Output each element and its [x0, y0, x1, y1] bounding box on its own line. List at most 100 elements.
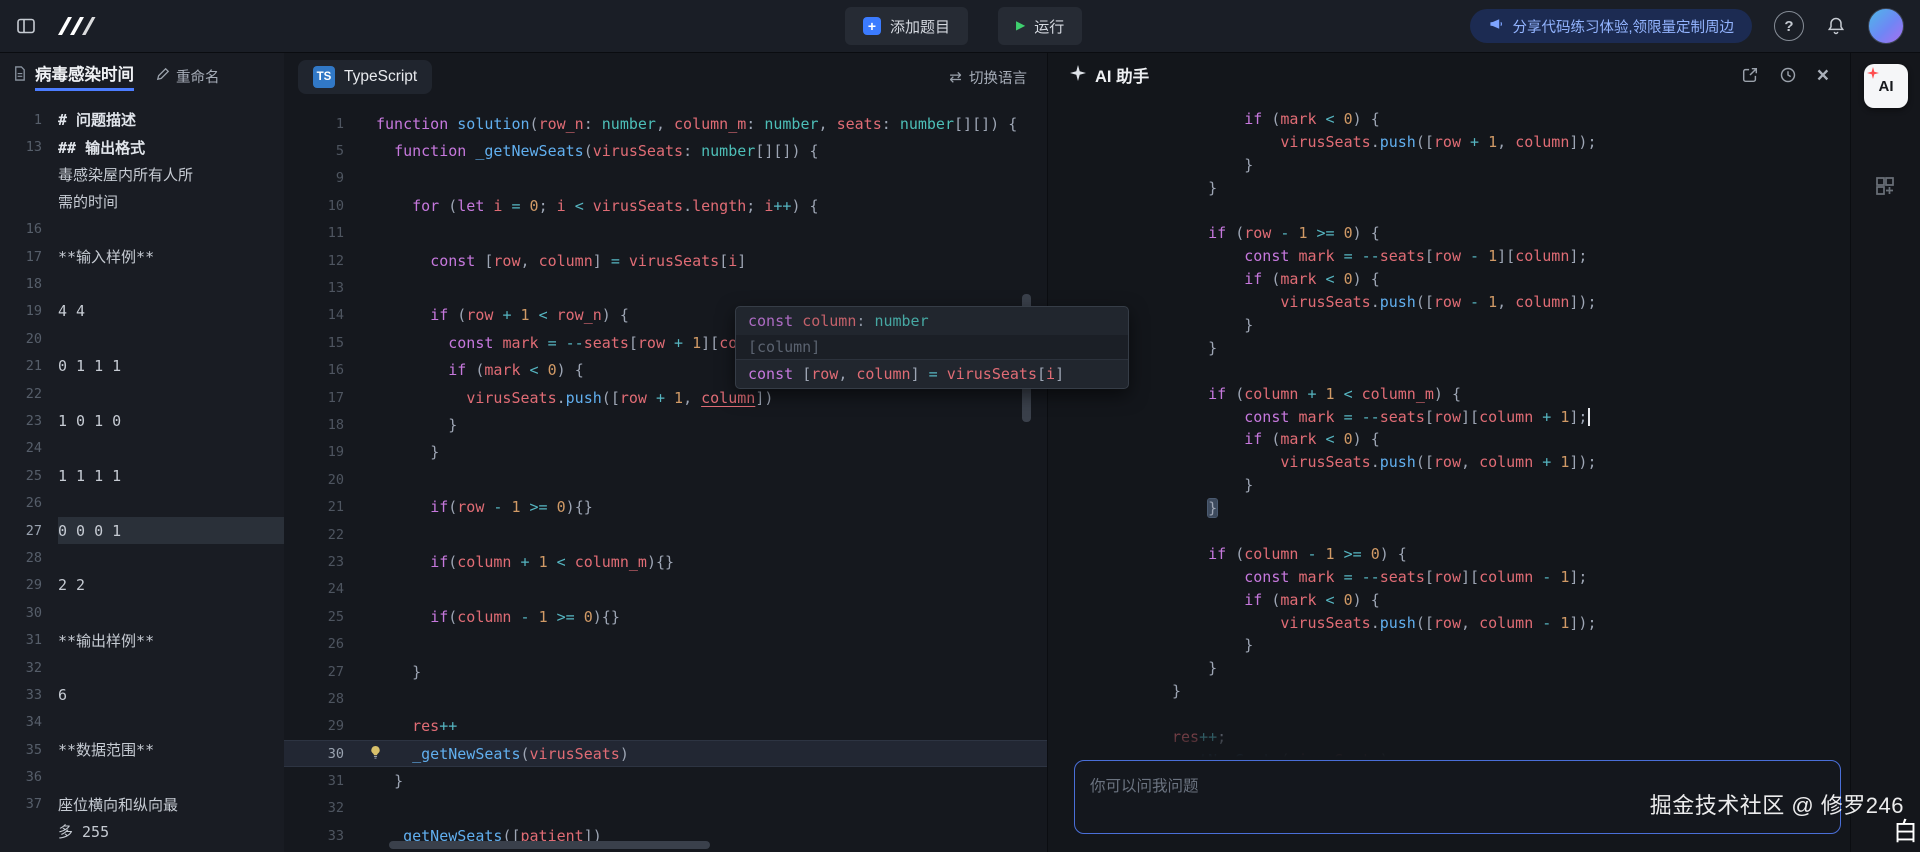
md-line[interactable]: 194 4 — [0, 298, 284, 325]
code-line[interactable]: 9 — [284, 165, 1047, 192]
md-line[interactable]: 35**数据范围** — [0, 736, 284, 763]
md-line[interactable]: 多 255 — [0, 818, 284, 845]
tooltip-preview: const [row, column] = virusSeats[i] — [736, 359, 1128, 388]
code-line[interactable]: 22 — [284, 521, 1047, 548]
code-line[interactable]: 5 function _getNewSeats(virusSeats: numb… — [284, 137, 1047, 164]
run-button[interactable]: ▶ 运行 — [998, 7, 1082, 45]
promo-banner[interactable]: 分享代码练习体验,领限量定制周边 — [1470, 9, 1752, 43]
code-line[interactable]: 25 if(column - 1 >= 0){} — [284, 603, 1047, 630]
code-line[interactable]: 23 if(column + 1 < column_m){} — [284, 548, 1047, 575]
line-number: 32 — [0, 660, 58, 676]
code-line[interactable]: 19 } — [284, 439, 1047, 466]
app-logo[interactable] — [52, 13, 96, 39]
ai-code-line: if (mark < 0) { — [1172, 591, 1841, 614]
close-icon[interactable]: × — [1817, 65, 1829, 86]
code-line[interactable]: 13 — [284, 274, 1047, 301]
code-line[interactable]: 30 _getNewSeats(virusSeats) — [284, 740, 1047, 767]
line-number: 33 — [0, 687, 58, 703]
md-line[interactable]: 270 0 0 1 — [0, 517, 284, 544]
code-line[interactable]: 10 for (let i = 0; i < virusSeats.length… — [284, 192, 1047, 219]
help-icon[interactable]: ? — [1774, 11, 1804, 41]
code-editor[interactable]: 1function solution(row_n: number, column… — [284, 102, 1047, 852]
md-line[interactable]: 251 1 1 1 — [0, 462, 284, 489]
md-line[interactable]: 13## 输出格式 — [0, 133, 284, 160]
ai-assistant-badge[interactable]: AI — [1864, 64, 1908, 108]
share-icon[interactable] — [1741, 66, 1759, 84]
code-line[interactable]: 27 } — [284, 658, 1047, 685]
tab-typescript[interactable]: TS TypeScript — [298, 60, 432, 94]
run-play-icon: ▶ — [1016, 18, 1025, 32]
hover-tooltip: const column: number [column] const [row… — [735, 306, 1129, 389]
code-line[interactable]: 28 — [284, 685, 1047, 712]
line-number: 1 — [284, 116, 362, 132]
line-number: 21 — [0, 358, 58, 374]
horizontal-scrollbar-thumb[interactable] — [389, 841, 710, 849]
md-line[interactable]: 34 — [0, 709, 284, 736]
apps-icon[interactable] — [1873, 174, 1897, 203]
user-avatar[interactable] — [1868, 8, 1904, 44]
md-line-text: 6 — [58, 681, 284, 708]
notifications-bell-icon[interactable] — [1826, 16, 1846, 36]
code-line[interactable]: 26 — [284, 630, 1047, 657]
add-question-button[interactable]: + 添加题目 — [845, 7, 968, 45]
quickfix-lightbulb-icon[interactable] — [368, 745, 383, 764]
md-line[interactable]: 毒感染屋内所有人所 — [0, 161, 284, 188]
md-line[interactable]: 16 — [0, 216, 284, 243]
md-line[interactable]: 22 — [0, 380, 284, 407]
markdown-editor[interactable]: 1# 问题描述13## 输出格式毒感染屋内所有人所需的时间1617**输入样例*… — [0, 100, 284, 852]
code-line-text: function solution(row_n: number, column_… — [362, 115, 1047, 133]
code-line[interactable]: 1function solution(row_n: number, column… — [284, 110, 1047, 137]
code-line-text: } — [362, 443, 1047, 461]
md-line[interactable]: 18 — [0, 270, 284, 297]
code-line[interactable]: 21 if(row - 1 >= 0){} — [284, 493, 1047, 520]
md-line[interactable]: 231 0 1 0 — [0, 407, 284, 434]
code-line[interactable]: 20 — [284, 466, 1047, 493]
typescript-icon: TS — [313, 66, 335, 88]
md-line[interactable]: 1# 问题描述 — [0, 106, 284, 133]
ai-code-line: virusSeats.push([row + 1, column]); — [1172, 133, 1841, 156]
megaphone-icon — [1488, 16, 1504, 36]
md-line[interactable]: 32 — [0, 654, 284, 681]
line-number: 27 — [0, 523, 58, 539]
tab-typescript-label: TypeScript — [344, 68, 417, 86]
md-line[interactable]: 31**输出样例** — [0, 626, 284, 653]
md-line[interactable]: 210 1 1 1 — [0, 353, 284, 380]
md-line[interactable]: 292 2 — [0, 572, 284, 599]
code-line[interactable]: 32 — [284, 795, 1047, 822]
md-line[interactable]: 20 — [0, 325, 284, 352]
line-number: 23 — [0, 413, 58, 429]
line-number: 14 — [284, 307, 362, 323]
code-line[interactable]: 11 — [284, 220, 1047, 247]
md-line[interactable]: 36 — [0, 763, 284, 790]
md-line[interactable]: 30 — [0, 599, 284, 626]
md-line[interactable]: 需的时间 — [0, 188, 284, 215]
code-editor-panel: TS TypeScript ⇄ 切换语言 1function solution(… — [284, 52, 1048, 852]
md-line-text: 2 2 — [58, 572, 284, 599]
problem-title[interactable]: 病毒感染时间 — [35, 61, 134, 91]
md-line-text: 0 1 1 1 — [58, 353, 284, 380]
run-label: 运行 — [1034, 16, 1064, 37]
code-line[interactable]: 12 const [row, column] = virusSeats[i] — [284, 247, 1047, 274]
code-line[interactable]: 18 } — [284, 411, 1047, 438]
ai-assistant-panel: AI 助手 × if (mark < 0) { virusSeats.push(… — [1048, 52, 1851, 852]
line-number: 37 — [0, 796, 58, 812]
md-line[interactable]: 26 — [0, 489, 284, 516]
md-line[interactable]: 24 — [0, 435, 284, 462]
rename-button[interactable]: 重命名 — [156, 66, 220, 87]
line-number: 12 — [284, 253, 362, 269]
md-line[interactable]: 336 — [0, 681, 284, 708]
line-number: 31 — [0, 632, 58, 648]
md-line[interactable]: 17**输入样例** — [0, 243, 284, 270]
md-line[interactable]: 37座位横向和纵向最 — [0, 791, 284, 818]
sidebar-toggle-icon[interactable] — [16, 16, 36, 36]
code-line[interactable]: 29 res++ — [284, 713, 1047, 740]
add-icon: + — [863, 17, 881, 35]
switch-language-button[interactable]: ⇄ 切换语言 — [949, 67, 1027, 88]
md-line[interactable]: 28 — [0, 544, 284, 571]
line-number: 18 — [0, 276, 58, 292]
code-line[interactable]: 24 — [284, 576, 1047, 603]
code-line-text: if(column - 1 >= 0){} — [362, 608, 1047, 626]
tooltip-signature: const column: number — [736, 307, 1128, 335]
code-line[interactable]: 31 } — [284, 767, 1047, 794]
history-icon[interactable] — [1779, 66, 1797, 84]
